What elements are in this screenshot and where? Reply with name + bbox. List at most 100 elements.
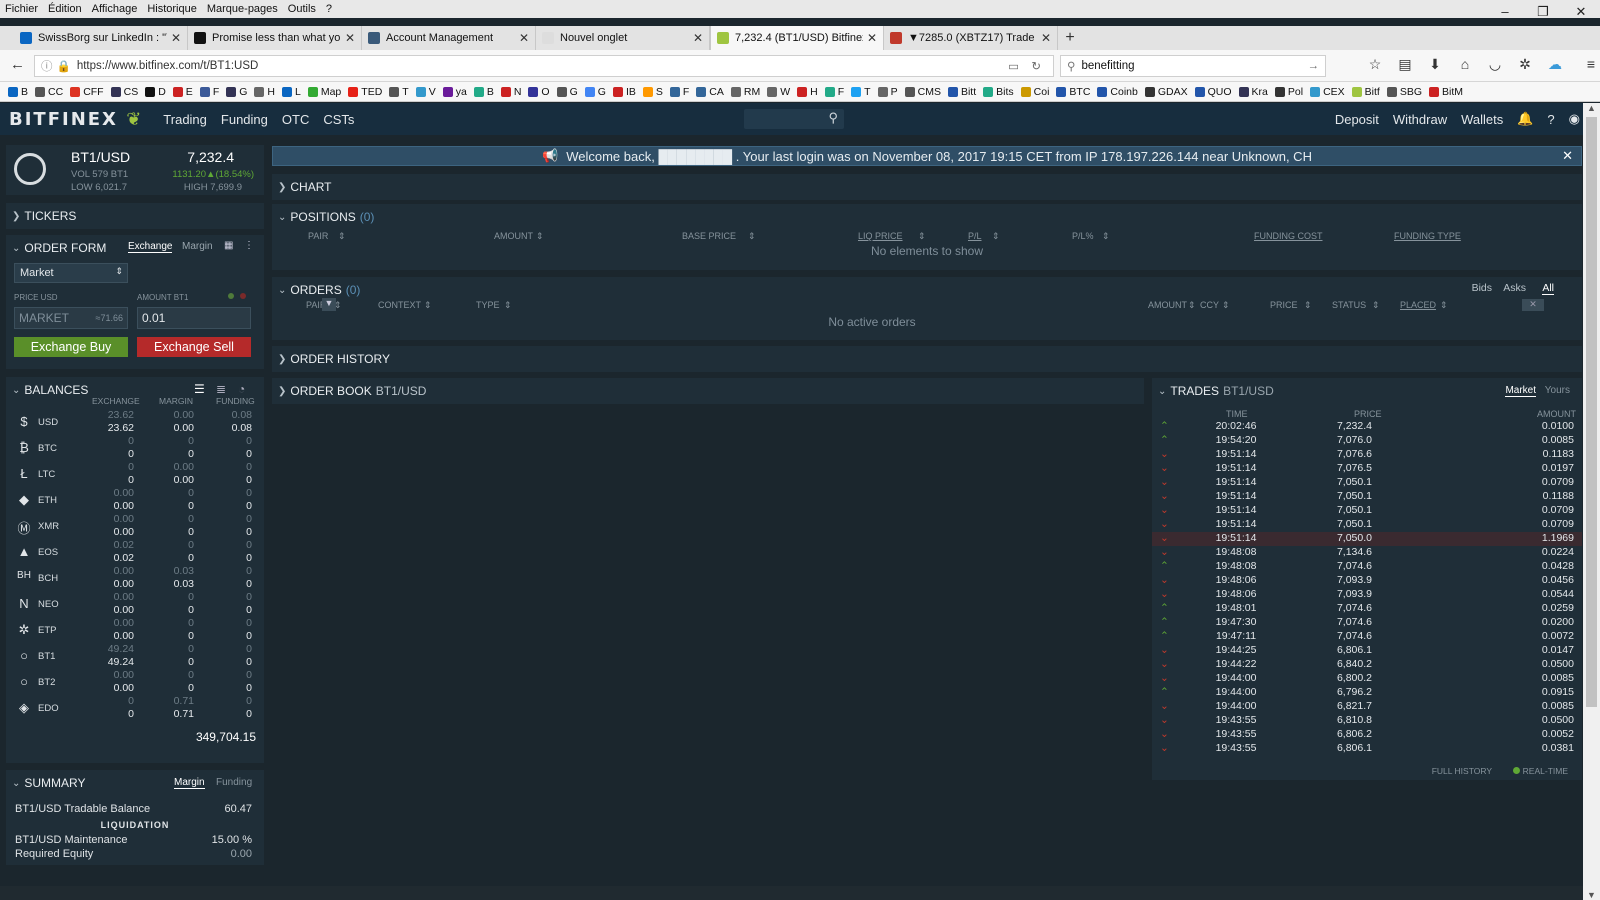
bookmark-item[interactable]: Kra (1238, 86, 1268, 98)
back-arrow-icon[interactable]: ← (10, 56, 25, 73)
menu-item[interactable]: Édition (48, 3, 82, 15)
bookmark-item[interactable]: T (389, 86, 409, 98)
browser-tab[interactable]: Nouvel onglet ✕ (536, 26, 710, 50)
bookmark-item[interactable]: CEX (1310, 86, 1345, 98)
positions-col-header[interactable]: LIQ PRICE (858, 231, 903, 241)
sync-icon[interactable]: ☁ (1540, 56, 1570, 73)
menu-item[interactable]: Fichier (5, 3, 38, 15)
nav-otc[interactable]: OTC (282, 112, 309, 127)
bookmark-item[interactable]: GDAX (1144, 86, 1188, 98)
positions-col-header[interactable]: BASE PRICE (682, 231, 736, 241)
sort-icon[interactable]: ⇕ (1222, 300, 1230, 311)
search-input[interactable]: ⚲ benefitting → (1060, 55, 1326, 77)
orders-col-header[interactable]: PRICE (1270, 300, 1298, 310)
page-scrollbar[interactable]: ▲ ▼ (1583, 103, 1600, 900)
pocket-icon[interactable]: ◡ (1480, 56, 1510, 73)
bookmark-item[interactable]: F (824, 86, 844, 98)
reader-view-icon[interactable]: ▭ (1008, 59, 1019, 73)
bookmark-item[interactable]: Map (307, 86, 341, 98)
full-history-link[interactable]: FULL HISTORY (1432, 766, 1492, 776)
calculator-icon[interactable]: ▦ (224, 240, 233, 251)
tab-close-icon[interactable]: ✕ (867, 31, 877, 45)
new-tab-icon[interactable]: + (1058, 26, 1082, 50)
withdraw-link[interactable]: Withdraw (1393, 112, 1447, 127)
scroll-thumb[interactable] (1586, 117, 1597, 707)
browser-tab[interactable]: Promise less than what you ✕ (188, 26, 362, 50)
filter-all[interactable]: All (1542, 282, 1554, 295)
hamburger-menu-icon[interactable]: ≡ (1576, 56, 1600, 73)
positions-col-header[interactable]: P/L% (1072, 231, 1094, 241)
menu-item[interactable]: Affichage (92, 3, 138, 15)
bookmark-item[interactable]: V (415, 86, 436, 98)
bookmark-item[interactable]: QUO (1194, 86, 1232, 98)
tab-yours[interactable]: Yours (1545, 385, 1570, 396)
bookmark-item[interactable]: BTC (1056, 86, 1090, 98)
tab-margin-summary[interactable]: Margin (174, 777, 205, 789)
sort-icon[interactable]: ⇕ (1440, 300, 1448, 311)
browser-tab[interactable]: 7,232.4 (BT1/USD) Bitfinex - Trad ✕ (710, 26, 884, 50)
app-search-input[interactable]: ⚲ (744, 109, 844, 129)
sort-icon[interactable]: ⇕ (992, 231, 1000, 242)
bitfinex-logo[interactable]: BITFINEX ❦ (9, 109, 143, 130)
order-history-panel[interactable]: ❯ ORDER HISTORY (272, 346, 1582, 372)
sort-icon[interactable]: ⇕ (424, 300, 432, 311)
order-book-panel[interactable]: ❯ ORDER BOOK BT1/USD (272, 378, 1144, 404)
bookmark-item[interactable]: Pol (1274, 86, 1303, 98)
bookmark-item[interactable]: H (797, 86, 818, 98)
help-icon[interactable]: ? (1547, 112, 1554, 127)
bookmark-item[interactable]: ya (442, 86, 467, 98)
positions-col-header[interactable]: PAIR (308, 231, 328, 241)
browser-tab[interactable]: ▼7285.0 (XBTZ17) Trade - Bi ✕ (884, 26, 1058, 50)
bookmark-item[interactable]: CA (696, 86, 724, 98)
filter-asks[interactable]: Asks (1503, 282, 1526, 294)
bookmark-item[interactable]: RM (730, 86, 760, 98)
nav-trading[interactable]: Trading (163, 112, 207, 127)
bookmark-item[interactable]: B (473, 86, 494, 98)
positions-col-header[interactable]: P/L (968, 231, 982, 241)
bookmark-item[interactable]: Bitf (1351, 86, 1380, 98)
sort-icon[interactable]: ⇕ (1304, 300, 1312, 311)
scroll-up-icon[interactable]: ▲ (1587, 103, 1596, 113)
reload-icon[interactable]: ↻ (1031, 59, 1041, 73)
pie-chart-icon[interactable]: ◔ (238, 382, 245, 396)
bookmark-item[interactable]: SBG (1386, 86, 1422, 98)
menu-item[interactable]: Outils (288, 3, 316, 15)
account-icon[interactable]: ◉ (1569, 111, 1580, 127)
positions-col-header[interactable]: AMOUNT (494, 231, 533, 241)
home-icon[interactable]: ⌂ (1450, 56, 1480, 73)
star-icon[interactable]: ☆ (1360, 56, 1390, 73)
filter-bids[interactable]: Bids (1472, 282, 1492, 294)
deposit-link[interactable]: Deposit (1335, 112, 1379, 127)
extension-icon[interactable]: ✲ (1510, 56, 1540, 73)
bookmark-item[interactable]: F (199, 86, 219, 98)
bookmark-item[interactable]: H (254, 86, 275, 98)
minimize-icon[interactable]: – (1486, 0, 1524, 26)
maximize-icon[interactable]: ❐ (1524, 0, 1562, 26)
cancel-all-icon[interactable]: ✕ (1522, 299, 1544, 311)
bookmark-item[interactable]: G (226, 86, 247, 98)
bookmark-item[interactable]: CS (110, 86, 138, 98)
sort-icon[interactable]: ⇕ (1372, 300, 1380, 311)
nav-csts[interactable]: CSTs (323, 112, 354, 127)
bookmark-item[interactable]: IB (612, 86, 636, 98)
order-type-select[interactable]: Market ⇕ (14, 263, 128, 283)
orders-col-header[interactable]: CONTEXT (378, 300, 421, 310)
positions-col-header[interactable]: FUNDING COST (1254, 231, 1323, 241)
bookmark-item[interactable]: N (500, 86, 521, 98)
bookmark-item[interactable]: CFF (70, 86, 104, 98)
sort-icon[interactable]: ⇕ (536, 231, 544, 242)
bookmark-item[interactable]: BitM (1429, 86, 1463, 98)
bookmark-item[interactable]: T (851, 86, 871, 98)
more-vertical-icon[interactable]: ⋮ (244, 240, 254, 251)
orders-col-header[interactable]: STATUS (1332, 300, 1366, 310)
compact-view-icon[interactable]: ≣ (216, 382, 226, 396)
bookmark-item[interactable]: Coinb (1097, 86, 1138, 98)
filter-funnel-icon[interactable]: ▼ (322, 298, 336, 311)
bookmark-item[interactable]: B (8, 86, 28, 98)
list-view-icon[interactable]: ☰ (194, 382, 205, 396)
menu-item[interactable]: Marque-pages (207, 3, 278, 15)
close-window-icon[interactable]: ✕ (1562, 0, 1600, 26)
tab-close-icon[interactable]: ✕ (1041, 31, 1051, 45)
tab-close-icon[interactable]: ✕ (171, 31, 181, 45)
bookmark-item[interactable]: CMS (904, 86, 941, 98)
